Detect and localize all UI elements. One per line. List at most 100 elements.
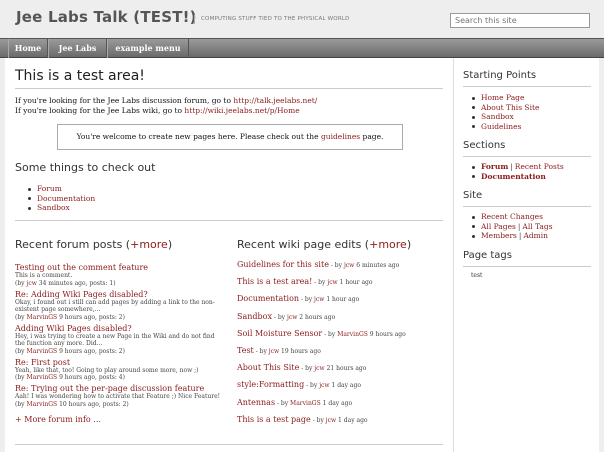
wiki-edit-title[interactable]: Documentation: [237, 294, 299, 303]
forum-post-title[interactable]: Re: First post: [15, 358, 225, 367]
wiki-more-link[interactable]: +more: [369, 238, 407, 251]
forum-more-link[interactable]: +more: [130, 238, 168, 251]
wiki-edit-title[interactable]: This is a test page: [237, 415, 311, 424]
wiki-edit-row: This is a test page - by jcw 1 day ago: [237, 414, 368, 424]
wiki-edit-row: Test - by jcw 19 hours ago: [237, 345, 321, 355]
admin-link[interactable]: Admin: [523, 231, 548, 240]
forum-post-meta: (by MarvinGS 9 hours ago, posts: 2): [15, 313, 125, 321]
author-link[interactable]: jcw: [314, 365, 324, 372]
more-forum-info-link[interactable]: + More forum info ...: [15, 415, 225, 424]
forum-link[interactable]: Forum: [481, 162, 508, 171]
wiki-edit-row: Antennas - by MarvinGS 1 day ago: [237, 397, 353, 407]
forum-post: Re: Adding Wiki Pages disabled? Okay, i …: [15, 290, 225, 322]
forum-posts: Recent forum posts (+more) Testing out t…: [15, 238, 225, 424]
sidebar-item-documentation[interactable]: Documentation: [463, 172, 564, 182]
forum-post-body: Aah! I was wondering how to activate tha…: [15, 393, 221, 400]
author-link[interactable]: jcw: [344, 262, 354, 269]
search-input[interactable]: [450, 13, 590, 28]
bottom-divider: [15, 444, 443, 445]
forum-post-meta: (by MarvinGS 9 hours ago, posts: 2): [15, 347, 125, 355]
author-link[interactable]: MarvinGS: [337, 331, 368, 338]
author-link[interactable]: MarvinGS: [26, 401, 57, 408]
author-link[interactable]: jcw: [326, 417, 336, 424]
author-link[interactable]: jcw: [327, 279, 337, 286]
author-link[interactable]: jcw: [269, 348, 279, 355]
sidebar-item-guidelines[interactable]: Guidelines: [463, 122, 539, 132]
sidebar-sections-heading: Sections: [463, 140, 506, 151]
wiki-edit-title[interactable]: style:Formatting: [237, 380, 304, 389]
all-pages-link[interactable]: All Pages: [481, 222, 516, 231]
wiki-edit-title[interactable]: About This Site: [237, 363, 299, 372]
wiki-url-link[interactable]: http://wiki.jeelabs.net/p/Home: [184, 106, 299, 115]
recent-posts-link[interactable]: Recent Posts: [515, 162, 564, 171]
author-link[interactable]: jcw: [314, 296, 324, 303]
wiki-edit-title[interactable]: Test: [237, 346, 254, 355]
forum-post-meta: (by MarvinGS 10 hours ago, posts: 2): [15, 400, 129, 408]
sidebar-item-members-admin: Members | Admin: [463, 231, 553, 241]
wiki-edit-title[interactable]: Sandbox: [237, 312, 272, 321]
sidebar-item-recent-changes[interactable]: Recent Changes: [463, 212, 553, 222]
sidebar-item-sandbox[interactable]: Sandbox: [463, 112, 539, 122]
page-content: This is a test area! If you're looking f…: [5, 58, 599, 452]
nav-example-menu[interactable]: example menu: [107, 39, 189, 58]
nav-jee-labs[interactable]: Jee Labs: [48, 39, 107, 58]
site-list: Recent Changes All Pages | All Tags Member…: [463, 212, 553, 241]
sidebar-divider: [463, 86, 591, 87]
sidebar-divider: [463, 266, 591, 267]
guidelines-link[interactable]: guidelines: [321, 132, 360, 141]
author-link[interactable]: MarvinGS: [26, 314, 57, 321]
sidebar-item-pages-tags: All Pages | All Tags: [463, 222, 553, 232]
author-link[interactable]: MarvinGS: [26, 348, 57, 355]
wiki-edit-title[interactable]: Antennas: [237, 398, 275, 407]
forum-post-title[interactable]: Adding Wiki Pages disabled?: [15, 324, 225, 333]
sidebar-site-heading: Site: [463, 190, 483, 201]
forum-post: Testing out the comment feature This is …: [15, 263, 225, 288]
section-divider: [15, 220, 443, 221]
site-title[interactable]: Jee Labs Talk (TEST!): [16, 8, 197, 26]
forum-post-body: Yeah, like that, too! Going to play arou…: [15, 366, 199, 374]
sidebar-item-forum: Forum | Recent Posts: [463, 162, 564, 172]
check-item-documentation[interactable]: Documentation: [27, 194, 95, 204]
intro-forum-text: If you're looking for the Jee Labs discu…: [15, 96, 234, 105]
forum-post: Re: Trying out the per-page discussion f…: [15, 384, 225, 409]
notice-box: You're welcome to create new pages here.…: [57, 124, 403, 150]
intro-wiki-text: If you're looking for the Jee Labs wiki,…: [15, 106, 185, 115]
author-link[interactable]: MarvinGS: [26, 374, 57, 381]
sidebar-tags-heading: Page tags: [463, 250, 512, 261]
wiki-heading: Recent wiki page edits (+more): [237, 238, 412, 251]
check-item-forum[interactable]: Forum: [27, 184, 95, 194]
sidebar-divider: [463, 156, 591, 157]
main-nav: Home Jee Labs example menu: [0, 38, 604, 58]
wiki-edit-title[interactable]: Guidelines for this site: [237, 260, 329, 269]
nav-home[interactable]: Home: [8, 39, 48, 58]
wiki-edit-row: Soil Moisture Sensor - by MarvinGS 9 hou…: [237, 328, 406, 338]
author-link[interactable]: MarvinGS: [290, 400, 321, 407]
wiki-edit-title[interactable]: This is a test area!: [237, 277, 312, 286]
intro-forum: If you're looking for the Jee Labs discu…: [15, 96, 317, 105]
sidebar-item-about[interactable]: About This Site: [463, 103, 539, 113]
sidebar-item-home-page[interactable]: Home Page: [463, 93, 539, 103]
forum-post-body: This is a comment.: [15, 272, 73, 279]
check-item-sandbox[interactable]: Sandbox: [27, 203, 95, 213]
members-link[interactable]: Members: [481, 231, 517, 240]
forum-post-meta: (by jcw 34 minutes ago, posts: 1): [15, 279, 116, 287]
forum-post-title[interactable]: Testing out the comment feature: [15, 263, 225, 272]
site-tagline: COMPUTING STUFF TIED TO THE PHYSICAL WOR…: [194, 15, 350, 24]
wiki-edit-row: Sandbox - by jcw 2 hours ago: [237, 311, 336, 321]
wiki-edit-title[interactable]: Soil Moisture Sensor: [237, 329, 322, 338]
forum-post-meta: (by MarvinGS 9 hours ago, posts: 4): [15, 374, 125, 381]
forum-url-link[interactable]: http://talk.jeelabs.net/: [233, 96, 317, 105]
author-link[interactable]: jcw: [26, 280, 36, 287]
forum-post-title[interactable]: Re: Adding Wiki Pages disabled?: [15, 290, 225, 299]
all-tags-link[interactable]: All Tags: [522, 222, 552, 231]
sidebar-starting-heading: Starting Points: [463, 70, 537, 81]
wiki-edit-row: Documentation - by jcw 1 hour ago: [237, 294, 360, 304]
wiki-edit-row: style:Formatting - by jcw 1 day ago: [237, 380, 361, 390]
notice-end: page.: [360, 132, 384, 141]
author-link[interactable]: jcw: [287, 314, 297, 321]
forum-post-title[interactable]: Re: Trying out the per-page discussion f…: [15, 384, 225, 393]
notice-text: You're welcome to create new pages here.…: [76, 132, 321, 141]
author-link[interactable]: jcw: [319, 382, 329, 389]
sidebar: Starting Points Home Page About This Sit…: [453, 58, 599, 452]
tag-test[interactable]: test: [471, 272, 482, 279]
